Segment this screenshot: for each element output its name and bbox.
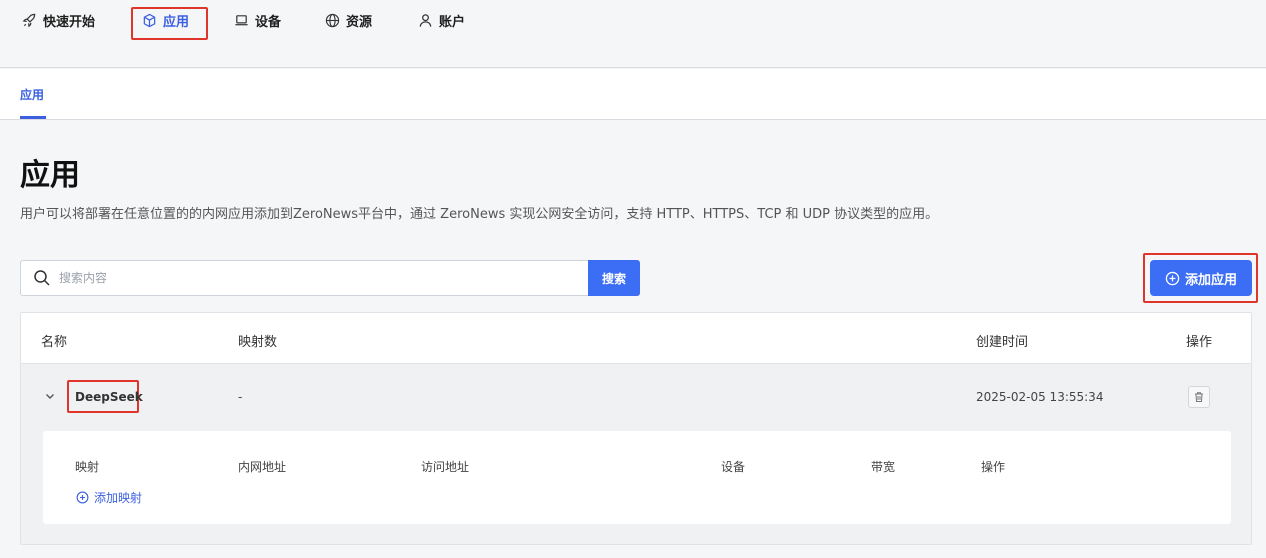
add-app-button[interactable]: 添加应用 — [1150, 260, 1252, 296]
search-button[interactable]: 搜索 — [588, 260, 640, 296]
nav-item-devices[interactable]: 设备 — [234, 8, 281, 32]
mapping-subtable: 映射 内网地址 访问地址 设备 带宽 操作 添加映射 — [43, 431, 1231, 524]
add-mapping-label: 添加映射 — [94, 491, 143, 505]
subcolumn-header-access: 访问地址 — [421, 460, 470, 474]
page-title: 应用 — [20, 158, 80, 193]
nav-item-label: 账户 — [439, 14, 466, 30]
user-icon — [419, 13, 432, 27]
trash-icon — [1195, 392, 1203, 402]
search-icon — [34, 270, 50, 286]
app-name[interactable]: DeepSeek — [75, 390, 143, 404]
nav-item-resources[interactable]: 资源 — [325, 8, 372, 32]
nav-item-label: 应用 — [163, 14, 190, 30]
plus-circle-icon — [1165, 271, 1180, 285]
subcolumn-header-device: 设备 — [721, 460, 746, 474]
delete-button[interactable] — [1188, 386, 1210, 408]
table-header: 名称 映射数 创建时间 操作 — [21, 313, 1251, 364]
nav-item-quickstart[interactable]: 快速开始 — [22, 8, 95, 32]
sub-tab-bar: 应用 — [0, 69, 1266, 120]
plus-circle-icon — [76, 491, 89, 504]
nav-item-apps[interactable]: 应用 — [142, 8, 189, 32]
subcolumn-header-actions: 操作 — [981, 460, 1006, 474]
mapping-count: - — [238, 390, 243, 404]
subcolumn-header-bandwidth: 带宽 — [871, 460, 896, 474]
page-description: 用户可以将部署在任意位置的的内网应用添加到ZeroNews平台中，通过 Zero… — [20, 207, 939, 222]
apps-table: 名称 映射数 创建时间 操作 DeepSeek - 2025-02-05 13:… — [20, 312, 1252, 545]
created-time: 2025-02-05 13:55:34 — [976, 390, 1104, 404]
tab-active-indicator — [20, 116, 46, 119]
subcolumn-header-internal: 内网地址 — [238, 460, 287, 474]
top-navigation: 快速开始 应用 设备 资源 账户 — [0, 0, 1266, 68]
subcolumn-header-mapping: 映射 — [75, 460, 100, 474]
rocket-icon — [22, 13, 36, 27]
cube-icon — [143, 13, 156, 27]
column-header-name: 名称 — [41, 335, 68, 350]
column-header-mappings: 映射数 — [238, 335, 278, 350]
nav-item-account[interactable]: 账户 — [418, 8, 465, 32]
nav-item-label: 资源 — [346, 14, 373, 30]
search-bar: 搜索 — [20, 260, 640, 296]
nav-item-label: 设备 — [255, 14, 282, 30]
tab-apps[interactable]: 应用 — [20, 86, 44, 103]
column-header-created: 创建时间 — [976, 335, 1029, 350]
globe-icon — [325, 13, 340, 27]
search-input[interactable] — [59, 261, 599, 295]
add-mapping-link[interactable]: 添加映射 — [76, 489, 142, 506]
chevron-down-icon[interactable] — [43, 389, 57, 403]
add-app-label: 添加应用 — [1184, 272, 1237, 288]
laptop-icon — [235, 14, 248, 25]
table-row: DeepSeek - 2025-02-05 13:55:34 映射 内网地址 访… — [21, 364, 1251, 544]
nav-item-label: 快速开始 — [43, 14, 96, 30]
column-header-actions: 操作 — [1186, 335, 1213, 350]
